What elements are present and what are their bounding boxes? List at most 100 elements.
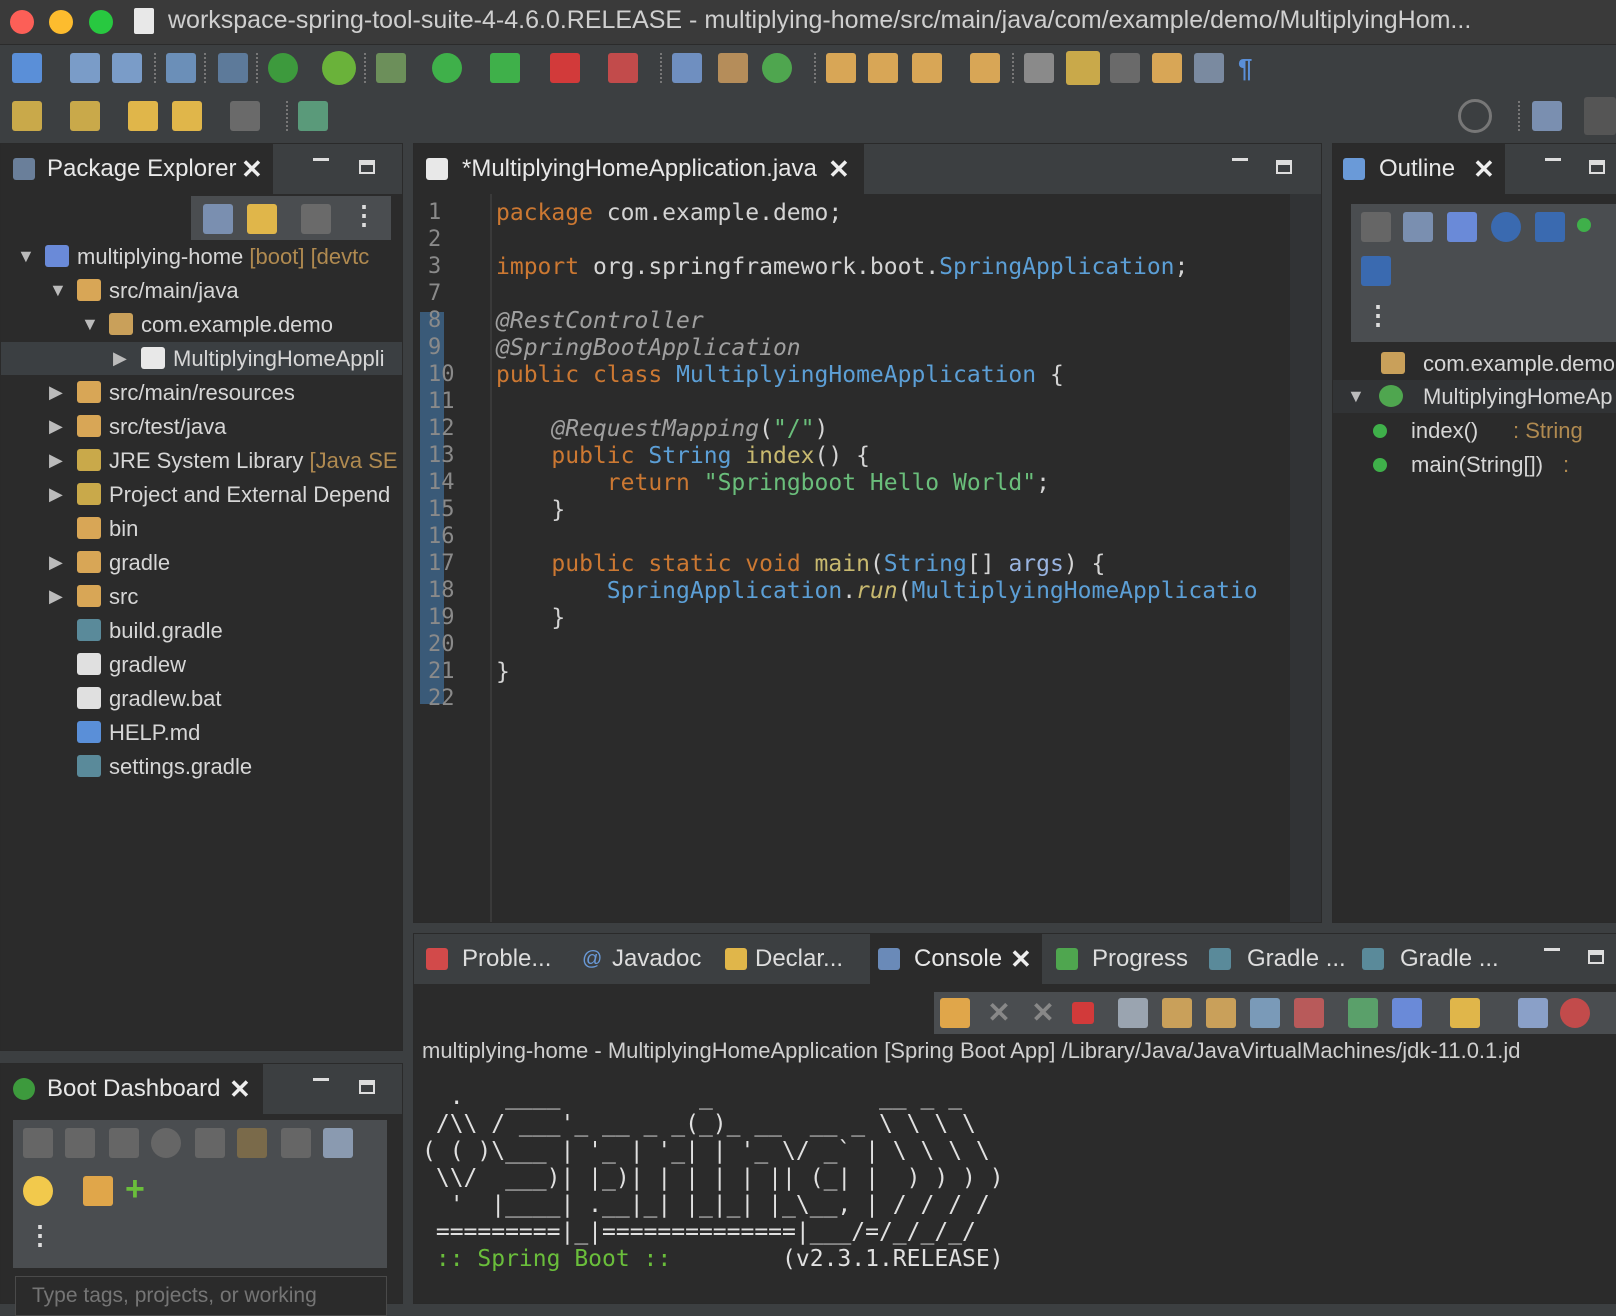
previous-annotation-up-icon[interactable] [70, 101, 100, 131]
tab-progress[interactable]: Progress [1056, 934, 1196, 984]
tree-item[interactable]: ▶ src/test/java [1, 410, 402, 443]
minimize-icon[interactable] [313, 158, 329, 161]
maximize-icon[interactable] [1589, 160, 1605, 174]
expanded-twisty-icon[interactable]: ▼ [49, 274, 67, 307]
collapsed-twisty-icon[interactable]: ▶ [49, 410, 63, 443]
code-line[interactable]: SpringApplication.run(MultiplyingHomeApp… [496, 578, 1258, 604]
tab-javadoc[interactable]: @ Javadoc [574, 934, 709, 984]
tree-item[interactable]: ▶ Project and External Depend [1, 478, 402, 511]
run-last-icon[interactable] [490, 53, 520, 83]
collapsed-twisty-icon[interactable]: ▶ [49, 580, 63, 613]
collapsed-twisty-icon[interactable]: ▶ [49, 546, 63, 579]
close-window-button[interactable] [10, 10, 34, 34]
console-properties-icon[interactable] [1518, 998, 1548, 1028]
expand-twisty-icon[interactable]: ▼ [1347, 380, 1365, 413]
display-selected-console-icon[interactable] [1392, 998, 1422, 1028]
maximize-icon[interactable] [1588, 950, 1604, 964]
open-console-icon[interactable] [166, 53, 196, 83]
open-console-dropdown-icon[interactable] [1450, 998, 1480, 1028]
tab-outline[interactable]: Outline ✕ [1333, 144, 1505, 194]
tree-item[interactable]: bin [1, 512, 402, 545]
clear-console-icon[interactable] [1118, 998, 1148, 1028]
maximize-icon[interactable] [1276, 160, 1292, 174]
minimize-icon[interactable] [313, 1078, 329, 1081]
tree-item[interactable]: ▶ MultiplyingHomeAppli [1, 342, 402, 375]
tab-gradle-executions[interactable]: Gradle ... [1362, 934, 1502, 984]
minimize-window-button[interactable] [49, 10, 73, 34]
collapsed-twisty-icon[interactable]: ▶ [113, 342, 127, 375]
outline-item-class[interactable]: ▼ MultiplyingHomeAp [1333, 380, 1616, 413]
terminate-icon[interactable] [1072, 1002, 1094, 1024]
debug-icon[interactable] [376, 53, 406, 83]
block-selection-icon[interactable] [1110, 53, 1140, 83]
tree-item[interactable]: ▶ JRE System Library [Java SE [1, 444, 402, 477]
tree-item[interactable]: ▼ multiplying-home [boot] [devtc [1, 240, 402, 273]
show-whitespace-icon[interactable] [1194, 53, 1224, 83]
code-line[interactable]: return "Springboot Hello World"; [496, 470, 1050, 496]
show-on-error-icon[interactable] [1294, 998, 1324, 1028]
debug-icon[interactable] [65, 1128, 95, 1158]
boot-dashboard-power-icon[interactable] [268, 53, 298, 83]
scroll-lock-icon[interactable] [1162, 998, 1192, 1028]
terminate-relaunch-icon[interactable] [608, 53, 638, 83]
open-console-icon[interactable] [195, 1128, 225, 1158]
expanded-twisty-icon[interactable]: ▼ [17, 240, 35, 273]
spring-leaf-icon[interactable] [322, 51, 356, 85]
minimize-icon[interactable] [1232, 158, 1248, 161]
spring-console-icon[interactable] [1560, 998, 1590, 1028]
code-line[interactable]: public class MultiplyingHomeApplication … [496, 362, 1064, 388]
forward-arrow-icon[interactable] [230, 101, 260, 131]
remove-launch-icon[interactable]: ✕ [984, 998, 1014, 1028]
tree-item[interactable]: ▶ gradle [1, 546, 402, 579]
hide-non-public-icon[interactable] [1577, 218, 1591, 232]
code-line[interactable]: public String index() { [496, 443, 870, 469]
minimize-icon[interactable] [1545, 158, 1561, 161]
zoom-window-button[interactable] [89, 10, 113, 34]
properties-icon[interactable] [323, 1128, 353, 1158]
collapse-all-icon[interactable] [1403, 212, 1433, 242]
hide-fields-icon[interactable] [1491, 212, 1521, 242]
relaunch-icon[interactable] [940, 998, 970, 1028]
back-arrow-icon[interactable] [172, 101, 202, 131]
save-all-icon[interactable] [112, 53, 142, 83]
tree-item[interactable]: HELP.md [1, 716, 402, 749]
save-icon[interactable] [70, 53, 100, 83]
skip-breakpoints-icon[interactable] [218, 53, 248, 83]
next-annotation-icon[interactable] [1152, 53, 1182, 83]
add-icon[interactable]: + [125, 1170, 145, 1209]
minimize-icon[interactable] [1544, 948, 1560, 951]
pin-console-icon[interactable] [1348, 998, 1378, 1028]
code-line[interactable]: } [496, 605, 565, 631]
maximize-icon[interactable] [359, 160, 375, 174]
pilcrow-icon[interactable]: ¶ [1238, 53, 1268, 83]
close-icon[interactable]: ✕ [1010, 934, 1032, 984]
tree-item[interactable]: settings.gradle [1, 750, 402, 783]
boot-dashboard-filter-input[interactable] [15, 1276, 387, 1316]
tree-item[interactable]: ▶ src [1, 580, 402, 613]
open-folder-icon[interactable] [868, 53, 898, 83]
new-package-icon[interactable] [718, 53, 748, 83]
hide-static-icon[interactable] [1535, 212, 1565, 242]
spring-perspective-icon[interactable] [1584, 97, 1616, 135]
remove-all-terminated-icon[interactable]: ✕ [1028, 998, 1058, 1028]
close-icon[interactable]: ✕ [229, 1064, 251, 1114]
code-line[interactable]: @RestController [496, 308, 704, 334]
show-on-output-icon[interactable] [1250, 998, 1280, 1028]
maximize-icon[interactable] [359, 1080, 375, 1094]
open-task-icon[interactable] [912, 53, 942, 83]
pin-editor-icon[interactable] [298, 101, 328, 131]
filters-icon[interactable] [301, 204, 331, 234]
code-line[interactable]: @SpringBootApplication [496, 335, 801, 361]
link-with-editor-icon[interactable] [247, 204, 277, 234]
tree-item[interactable]: ▼ com.example.demo [1, 308, 402, 341]
new-wizard-icon[interactable] [12, 53, 42, 83]
tab-package-explorer[interactable]: Package Explorer ✕ [1, 144, 273, 194]
collapsed-twisty-icon[interactable]: ▶ [49, 478, 63, 511]
last-edit-location-icon[interactable] [128, 101, 158, 131]
toggle-mark-occurrences-icon[interactable] [1024, 53, 1054, 83]
tree-item[interactable]: build.gradle [1, 614, 402, 647]
stop-icon[interactable] [109, 1128, 139, 1158]
open-perspective-icon[interactable] [1532, 101, 1562, 131]
code-line[interactable]: import org.springframework.boot.SpringAp… [496, 254, 1188, 280]
open-type-icon[interactable] [826, 53, 856, 83]
